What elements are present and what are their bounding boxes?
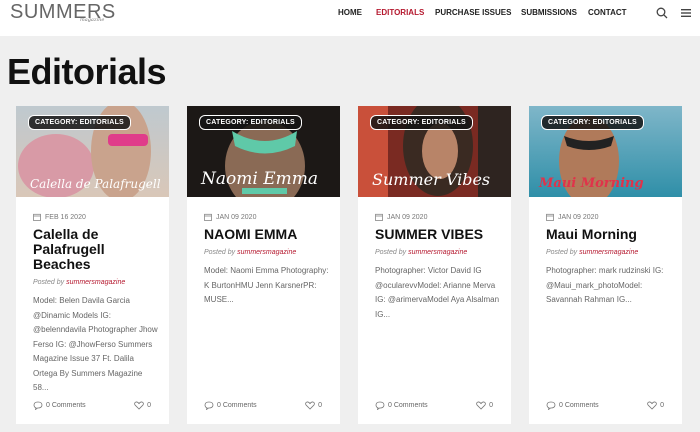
post-excerpt: Model: Naomi Emma Photography: K BurtonH… [204, 266, 329, 304]
category-badge[interactable]: CATEGORY: EDITORIALS [541, 115, 644, 130]
post-byline: Posted by summersmagazine [204, 249, 296, 256]
likes-count: 0 [147, 402, 151, 409]
post-date-text: JAN 09 2020 [387, 213, 428, 221]
author-link[interactable]: summersmagazine [237, 249, 296, 256]
post-byline: Posted by summersmagazine [375, 249, 467, 256]
search-icon[interactable] [656, 7, 668, 19]
site-logo-subtitle: magazine [80, 17, 105, 23]
post-excerpt: Model: Belen Davila Garcia @Dinamic Mode… [33, 296, 158, 392]
like-button[interactable]: 0 [476, 401, 493, 410]
post-image[interactable]: CATEGORY: EDITORIALS Summer Vibes [358, 106, 511, 197]
image-caption: Calella de Palafrugell [30, 177, 161, 191]
heart-icon [476, 401, 486, 410]
page-title: Editorials [7, 51, 167, 92]
post-date-text: JAN 09 2020 [558, 213, 599, 221]
comment-icon [33, 401, 43, 410]
nav-editorials[interactable]: EDITORIALS [376, 8, 424, 17]
post-byline: Posted by summersmagazine [33, 279, 125, 286]
site-header: SUMMERS magazine HOME EDITORIALS PURCHAS… [0, 0, 700, 36]
like-button[interactable]: 0 [134, 401, 151, 410]
heart-icon [305, 401, 315, 410]
nav-purchase-issues[interactable]: PURCHASE ISSUES [435, 8, 511, 17]
post-byline: Posted by summersmagazine [546, 249, 638, 256]
post-image[interactable]: CATEGORY: EDITORIALS Calella de Palafrug… [16, 106, 169, 197]
post-title[interactable]: Calella de Palafrugell Beaches [33, 227, 158, 272]
byline-prefix: Posted by [546, 249, 578, 256]
post-image[interactable]: CATEGORY: EDITORIALS Naomi Emma [187, 106, 340, 197]
post-title[interactable]: NAOMI EMMA [204, 227, 329, 242]
byline-prefix: Posted by [33, 279, 65, 286]
category-badge[interactable]: CATEGORY: EDITORIALS [199, 115, 302, 130]
byline-prefix: Posted by [375, 249, 407, 256]
calendar-icon [204, 213, 212, 221]
post-card[interactable]: CATEGORY: EDITORIALS Naomi Emma JAN 09 2… [187, 106, 340, 424]
like-button[interactable]: 0 [647, 401, 664, 410]
post-footer: 0 Comments 0 [529, 401, 682, 415]
comments-link[interactable]: 0 Comments [204, 401, 257, 410]
post-date: FEB 16 2020 [33, 213, 86, 221]
heart-icon [647, 401, 657, 410]
comments-count: 0 Comments [388, 402, 428, 409]
post-title[interactable]: Maui Morning [546, 227, 671, 242]
byline-prefix: Posted by [204, 249, 236, 256]
comment-icon [546, 401, 556, 410]
post-card[interactable]: CATEGORY: EDITORIALS Calella de Palafrug… [16, 106, 169, 424]
likes-count: 0 [318, 402, 322, 409]
category-badge[interactable]: CATEGORY: EDITORIALS [28, 115, 131, 130]
author-link[interactable]: summersmagazine [579, 249, 638, 256]
category-badge[interactable]: CATEGORY: EDITORIALS [370, 115, 473, 130]
nav-contact[interactable]: CONTACT [588, 8, 627, 17]
likes-count: 0 [489, 402, 493, 409]
comment-icon [375, 401, 385, 410]
comments-count: 0 Comments [46, 402, 86, 409]
menu-icon[interactable] [680, 7, 692, 19]
calendar-icon [375, 213, 383, 221]
image-caption: Maui Morning [539, 176, 644, 191]
calendar-icon [33, 213, 41, 221]
heart-icon [134, 401, 144, 410]
comments-count: 0 Comments [217, 402, 257, 409]
post-footer: 0 Comments 0 [187, 401, 340, 415]
nav-submissions[interactable]: SUBMISSIONS [521, 8, 577, 17]
comment-icon [204, 401, 214, 410]
post-image[interactable]: CATEGORY: EDITORIALS Maui Morning [529, 106, 682, 197]
post-title[interactable]: SUMMER VIBES [375, 227, 500, 242]
author-link[interactable]: summersmagazine [66, 279, 125, 286]
image-caption: Summer Vibes [372, 170, 491, 189]
post-date: JAN 09 2020 [375, 213, 427, 221]
post-card[interactable]: CATEGORY: EDITORIALS Maui Morning JAN 09… [529, 106, 682, 424]
image-caption: Naomi Emma [201, 169, 318, 189]
likes-count: 0 [660, 402, 664, 409]
post-card[interactable]: CATEGORY: EDITORIALS Summer Vibes JAN 09… [358, 106, 511, 424]
comments-count: 0 Comments [559, 402, 599, 409]
post-date: JAN 09 2020 [204, 213, 256, 221]
post-excerpt: Photographer: mark rudzinski IG: @Maui_m… [546, 266, 664, 304]
post-date: JAN 09 2020 [546, 213, 598, 221]
post-excerpt: Photographer: Victor David IG @ocularevv… [375, 266, 500, 319]
post-footer: 0 Comments 0 [16, 401, 169, 415]
post-date-text: FEB 16 2020 [45, 213, 86, 221]
like-button[interactable]: 0 [305, 401, 322, 410]
calendar-icon [546, 213, 554, 221]
comments-link[interactable]: 0 Comments [375, 401, 428, 410]
nav-home[interactable]: HOME [338, 8, 362, 17]
comments-link[interactable]: 0 Comments [546, 401, 599, 410]
post-footer: 0 Comments 0 [358, 401, 511, 415]
comments-link[interactable]: 0 Comments [33, 401, 86, 410]
post-date-text: JAN 09 2020 [216, 213, 257, 221]
author-link[interactable]: summersmagazine [408, 249, 467, 256]
